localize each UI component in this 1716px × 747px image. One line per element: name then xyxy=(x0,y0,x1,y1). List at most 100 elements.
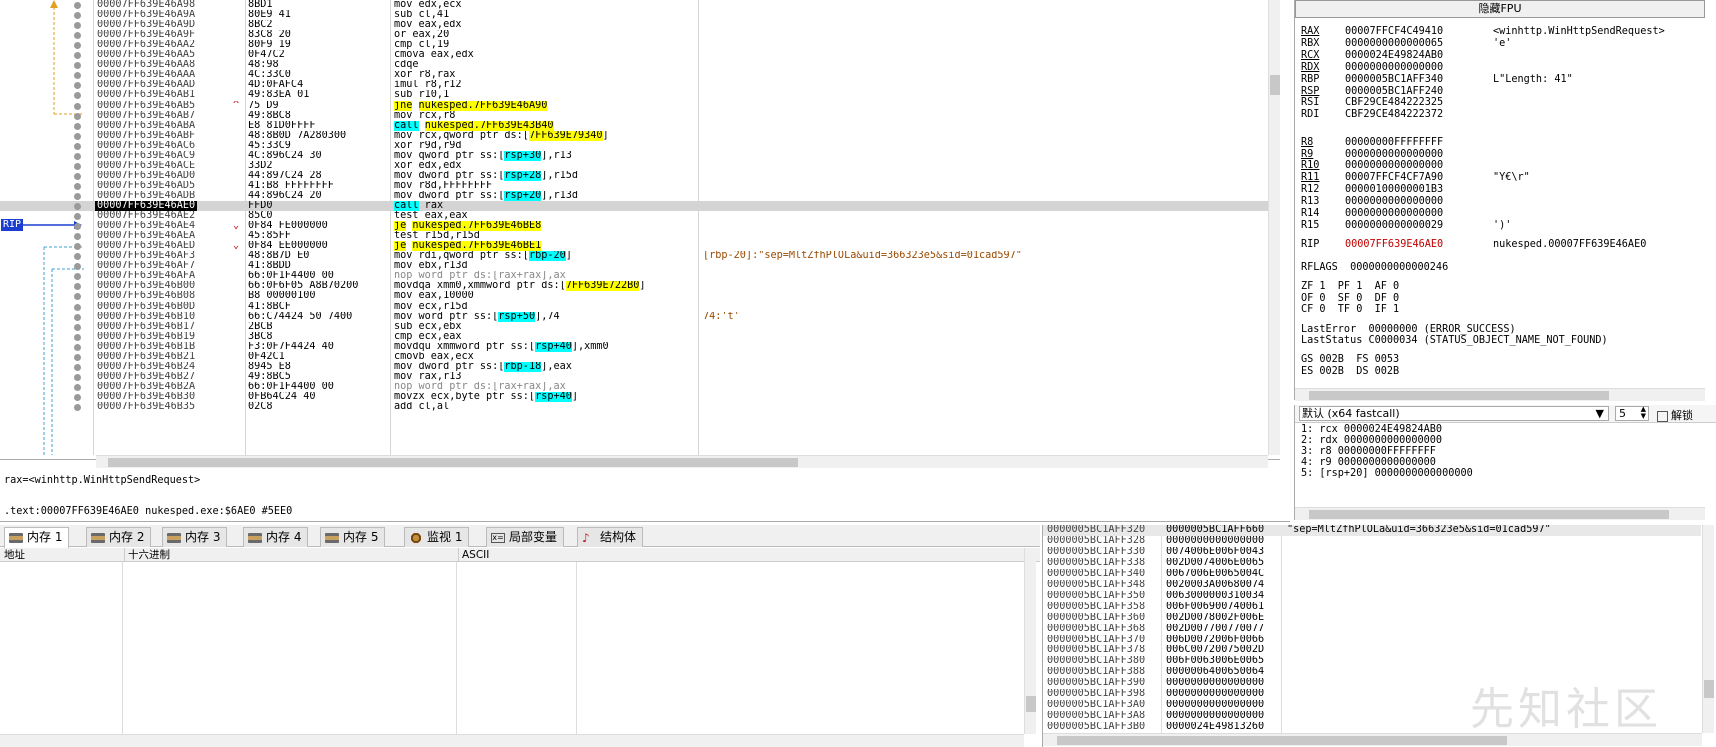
disasm-address[interactable]: 00007FF639E46ABF xyxy=(97,131,195,141)
disasm-address[interactable]: 00007FF639E46ACE xyxy=(97,161,195,171)
breakpoint-dot-icon[interactable] xyxy=(74,213,81,221)
disasm-address[interactable]: 00007FF639E46AEA xyxy=(97,231,195,241)
register-value[interactable]: 0000024E49824AB0 xyxy=(1345,50,1493,62)
disasm-address[interactable]: 00007FF639E46AAD xyxy=(97,80,195,90)
stack-address[interactable]: 0000005BC1AFF360 xyxy=(1047,613,1145,624)
register-value[interactable]: 00000000FFFFFFFF xyxy=(1345,137,1493,149)
disasm-row[interactable]: 00007FF639E46B2A 66:0F1F4400 00 nop word p… xyxy=(0,382,1268,392)
disasm-address[interactable]: 00007FF639E46B19 xyxy=(97,332,195,342)
disasm-address[interactable]: 00007FF639E46AF7 xyxy=(97,261,195,271)
stack-value[interactable]: 0000000000000000 xyxy=(1166,700,1264,711)
register-row[interactable]: R8 00000000FFFFFFFF xyxy=(1301,137,1493,149)
stack-row[interactable]: 0000005BC1AFF320 0000005BC1AFF660 "sep=Mlt… xyxy=(1043,525,1701,536)
breakpoint-dot-icon[interactable] xyxy=(74,253,81,261)
breakpoint-dot-icon[interactable] xyxy=(74,112,81,120)
registers-hscroll[interactable] xyxy=(1295,388,1705,401)
disasm-row[interactable]: 00007FF639E46AAA 4C:33C0 xor r8,rax xyxy=(0,70,1268,80)
disassembly-vscroll[interactable] xyxy=(1268,0,1280,455)
disasm-address[interactable]: 00007FF639E46AE2 xyxy=(97,211,195,221)
stack-value[interactable]: 0074006E006F0043 xyxy=(1166,547,1264,558)
disasm-address[interactable]: 00007FF639E46A9A xyxy=(97,10,195,20)
register-value[interactable]: CBF29CE484222325 xyxy=(1345,97,1493,109)
stack-row[interactable]: 0000005BC1AFF328 0000000000000000 xyxy=(1043,536,1701,547)
register-row[interactable]: RBX 0000000000000065'e' xyxy=(1301,38,1511,50)
breakpoint-dot-icon[interactable] xyxy=(74,192,81,200)
memory-dump-pane[interactable]: 地址 十六进制 ASCII 0000005BC1AFF25458 00 00 0… xyxy=(0,548,1040,747)
breakpoint-dot-icon[interactable] xyxy=(74,142,81,150)
stack-value[interactable]: 0000006400650064 xyxy=(1166,667,1264,678)
disasm-address[interactable]: 00007FF639E46B2A xyxy=(97,382,195,392)
disasm-address[interactable]: 00007FF639E46AA5 xyxy=(97,50,195,60)
tab-1[interactable]: 内存 1 xyxy=(4,527,70,548)
disasm-row[interactable]: 00007FF639E46B08 B8 00000100 mov eax,10000 xyxy=(0,291,1268,301)
stack-address[interactable]: 0000005BC1AFF330 xyxy=(1047,547,1145,558)
stack-pane[interactable]: 0000005BC1AFF320 0000005BC1AFF660 "sep=Mlt… xyxy=(1042,525,1714,747)
stack-value[interactable]: 002D0078002F006E xyxy=(1166,613,1264,624)
tab-4[interactable]: 内存 4 xyxy=(243,527,309,547)
disasm-row[interactable]: 00007FF639E46A98 8BD1 mov edx,ecx xyxy=(0,0,1268,10)
stack-value[interactable]: 006F0063006E0065 xyxy=(1166,656,1264,667)
stack-row[interactable]: 0000005BC1AFF378 006C00720075002D xyxy=(1043,645,1701,656)
register-row[interactable]: RCX 0000024E49824AB0 xyxy=(1301,50,1493,62)
stack-address[interactable]: 0000005BC1AFF3A8 xyxy=(1047,711,1145,722)
registers-pane[interactable]: 隐藏FPU RAX 00007FFCF4C49410 <winhttp.WinHtt… xyxy=(1294,0,1716,401)
disasm-row[interactable]: 00007FF639E46ACE 33D2 xor edx,edx xyxy=(0,161,1268,171)
stack-row[interactable]: 0000005BC1AFF368 002D007700770077 xyxy=(1043,624,1701,635)
arg-row[interactable]: 5: [rsp+20] 0000000000000000 xyxy=(1301,468,1716,479)
breakpoint-dot-icon[interactable] xyxy=(74,363,81,371)
unlock-checkbox[interactable]: 解锁 xyxy=(1657,407,1693,423)
stack-address[interactable]: 0000005BC1AFF398 xyxy=(1047,689,1145,700)
breakpoint-dot-icon[interactable] xyxy=(74,92,81,100)
stack-vscroll[interactable] xyxy=(1702,525,1714,733)
disasm-address[interactable]: 00007FF639E46B1B xyxy=(97,342,195,352)
register-value[interactable]: 0000000000000029 xyxy=(1345,220,1493,232)
dump-hscroll[interactable] xyxy=(0,734,1024,747)
breakpoint-dot-icon[interactable] xyxy=(74,52,81,60)
register-row[interactable]: R12 00000100000001B3 xyxy=(1301,184,1493,196)
disasm-row[interactable]: 00007FF639E46ABF 48:8B0D 7A280300 mov rcx,… xyxy=(0,130,1268,141)
register-row[interactable]: RSP 0000005BC1AFF240 xyxy=(1301,86,1493,98)
disasm-row[interactable]: 00007FF639E46B19 3BC8 cmp ecx,eax xyxy=(0,332,1268,342)
disasm-address[interactable]: 00007FF639E46AED xyxy=(97,241,195,251)
stack-address[interactable]: 0000005BC1AFF350 xyxy=(1047,591,1145,602)
disasm-row[interactable]: 00007FF639E46B1B F3:0F7F4424 40 movdqu xmm… xyxy=(0,341,1268,352)
disasm-row[interactable]: 00007FF639E46AAD 4D:0FAFC4 imul r8,r12 xyxy=(0,80,1268,90)
disasm-address[interactable]: 00007FF639E46A9F xyxy=(97,30,195,40)
disasm-address[interactable]: 00007FF639E46AE4 xyxy=(97,221,195,231)
disasm-row[interactable]: 00007FF639E46AA8 48:98 cdqe xyxy=(0,60,1268,70)
stack-value[interactable]: 0067006E0065004C xyxy=(1166,569,1264,580)
stack-address[interactable]: 0000005BC1AFF338 xyxy=(1047,558,1145,569)
register-row[interactable]: RBP 0000005BC1AFF340 L"Length: 41" xyxy=(1301,74,1573,86)
stack-address[interactable]: 0000005BC1AFF3B0 xyxy=(1047,722,1145,733)
args-hscroll[interactable] xyxy=(1295,507,1705,520)
register-row[interactable]: R9 0000000000000000 xyxy=(1301,149,1493,161)
disasm-address[interactable]: 00007FF639E46AB1 xyxy=(97,90,195,100)
arg-row[interactable]: 2: rdx 0000000000000000 xyxy=(1301,435,1716,446)
register-row[interactable]: R11 00007FFCF4CF7A90 "Y€\r" xyxy=(1301,172,1530,184)
stack-value[interactable]: 0000000000000000 xyxy=(1166,711,1264,722)
breakpoint-dot-icon[interactable] xyxy=(74,122,81,130)
disasm-row[interactable]: 00007FF639E46AA5 0F47C2 cmova eax,edx xyxy=(0,50,1268,60)
breakpoint-dot-icon[interactable] xyxy=(74,82,81,90)
breakpoint-dot-icon[interactable] xyxy=(74,373,81,381)
disasm-address[interactable]: 00007FF639E46B0D xyxy=(97,302,195,312)
register-value[interactable]: 00000100000001B3 xyxy=(1345,184,1493,196)
register-row[interactable]: RDI CBF29CE484222372 xyxy=(1301,109,1493,121)
stack-value[interactable]: 0000024E49813260 xyxy=(1166,722,1264,733)
stack-value[interactable]: 0063000000310034 xyxy=(1166,591,1264,602)
breakpoint-dot-icon[interactable] xyxy=(74,62,81,70)
disasm-row[interactable]: 00007FF639E46A9F 83C8 20 or eax,20 xyxy=(0,30,1268,40)
register-row[interactable]: R15 0000000000000029 ')' xyxy=(1301,220,1511,232)
disasm-row[interactable]: 00007FF639E46ADB 44:896C24 20 mov dword pt… xyxy=(0,190,1268,201)
stack-address[interactable]: 0000005BC1AFF348 xyxy=(1047,580,1145,591)
disasm-row[interactable]: 00007FF639E46AF3 48:8B7D E0 mov rdi,qword … xyxy=(0,251,1268,262)
disasm-address[interactable]: 00007FF639E46ABA xyxy=(97,121,195,131)
calling-convention-select[interactable]: 默认 (x64 fastcall) ▼ xyxy=(1299,406,1609,421)
stack-row[interactable]: 0000005BC1AFF350 0063000000310034 xyxy=(1043,591,1701,602)
disasm-address[interactable]: 00007FF639E46AA8 xyxy=(97,60,195,70)
stack-row[interactable]: 0000005BC1AFF360 002D0078002F006E xyxy=(1043,613,1701,624)
register-value[interactable]: CBF29CE484222372 xyxy=(1345,109,1493,121)
stack-address[interactable]: 0000005BC1AFF3A0 xyxy=(1047,700,1145,711)
stack-value[interactable]: 0000000000000000 xyxy=(1166,536,1264,547)
breakpoint-dot-icon[interactable] xyxy=(74,22,81,30)
